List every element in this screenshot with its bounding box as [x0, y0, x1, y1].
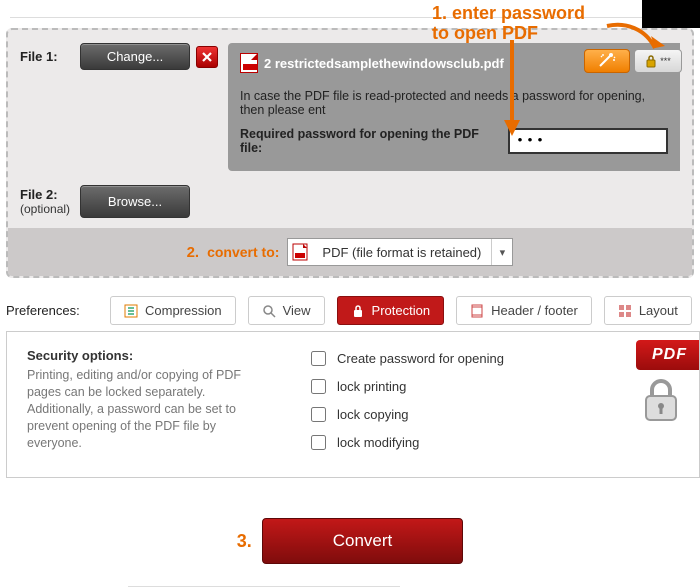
- lock-icon: [351, 304, 365, 318]
- pdf-lock-badge: PDF: [636, 340, 699, 424]
- padlock-icon: [636, 374, 699, 424]
- pdf-badge-text: PDF: [636, 340, 699, 370]
- tab-header-label: Header / footer: [491, 303, 578, 318]
- file2-row: File 2: (optional) Browse...: [8, 171, 692, 228]
- page-icon: [470, 304, 484, 318]
- grid-icon: [618, 304, 632, 318]
- output-format-select[interactable]: PDF (file format is retained) ▾: [287, 238, 513, 266]
- change-file-button[interactable]: Change...: [80, 43, 190, 70]
- convert-button[interactable]: Convert: [262, 518, 464, 564]
- browse-file-button[interactable]: Browse...: [80, 185, 190, 218]
- convert-to-row: 2. convert to: PDF (file format is retai…: [8, 228, 692, 276]
- check-lock-printing[interactable]: lock printing: [307, 376, 504, 397]
- password-input[interactable]: [508, 128, 668, 154]
- preferences-label: Preferences:: [6, 303, 98, 318]
- file2-label: File 2:: [20, 187, 80, 202]
- check-lock-printing-label: lock printing: [337, 379, 406, 394]
- annotation-arrow-down: [500, 40, 530, 140]
- password-label: Required password for opening the PDF fi…: [240, 127, 500, 155]
- security-options-desc: Printing, editing and/or copying of PDF …: [27, 367, 267, 452]
- output-format-selected: PDF (file format is retained): [312, 239, 492, 265]
- file1-filename: 2 restrictedsamplethewindowsclub.pdf: [264, 56, 504, 71]
- tab-compression-label: Compression: [145, 303, 222, 318]
- security-options-title: Security options:: [27, 348, 267, 363]
- compression-icon: [124, 304, 138, 318]
- convert-area: 3. Convert: [0, 518, 700, 564]
- check-create-password-box[interactable]: [311, 351, 326, 366]
- tab-protection-label: Protection: [372, 303, 431, 318]
- check-lock-modifying[interactable]: lock modifying: [307, 432, 504, 453]
- tab-view-label: View: [283, 303, 311, 318]
- annotation-step1-line2: to open PDF: [432, 23, 538, 43]
- check-lock-copying-label: lock copying: [337, 407, 409, 422]
- file1-label: File 1:: [20, 43, 80, 64]
- check-lock-copying[interactable]: lock copying: [307, 404, 504, 425]
- tab-header-footer[interactable]: Header / footer: [456, 296, 592, 325]
- file2-optional: (optional): [20, 202, 80, 216]
- check-lock-modifying-box[interactable]: [311, 435, 326, 450]
- security-options-block: Security options: Printing, editing and/…: [6, 331, 700, 478]
- annotation-step1: 1. enter password to open PDF: [432, 3, 585, 43]
- check-lock-printing-box[interactable]: [311, 379, 326, 394]
- check-lock-copying-box[interactable]: [311, 407, 326, 422]
- file1-row: File 1: Change... 2 restrictedsamplethew…: [8, 30, 692, 171]
- step-3-marker: 3.: [237, 531, 252, 552]
- annotation-step1-line1: 1. enter password: [432, 3, 585, 23]
- tab-layout[interactable]: Layout: [604, 296, 692, 325]
- tab-view[interactable]: View: [248, 296, 325, 325]
- preferences-tabs: Preferences: Compression View Protection…: [6, 296, 694, 325]
- file1-info-text: In case the PDF file is read-protected a…: [240, 89, 668, 117]
- file-panel: File 1: Change... 2 restrictedsamplethew…: [6, 28, 694, 278]
- pdf-icon: [240, 53, 258, 73]
- step-2-marker: 2.: [187, 244, 200, 261]
- check-lock-modifying-label: lock modifying: [337, 435, 419, 450]
- tab-compression[interactable]: Compression: [110, 296, 236, 325]
- tab-layout-label: Layout: [639, 303, 678, 318]
- file1-details-pane: 2 restrictedsamplethewindowsclub.pdf ***…: [228, 43, 680, 171]
- convert-to-label: convert to:: [207, 244, 279, 260]
- magnifier-icon: [262, 304, 276, 318]
- check-create-password-label: Create password for opening: [337, 351, 504, 366]
- check-create-password[interactable]: Create password for opening: [307, 348, 504, 369]
- pdf-format-icon: [288, 243, 312, 261]
- remove-file-button[interactable]: [196, 46, 218, 68]
- tab-protection[interactable]: Protection: [337, 296, 445, 325]
- annotation-arrow-right: [605, 20, 665, 60]
- chevron-down-icon[interactable]: ▾: [492, 246, 512, 259]
